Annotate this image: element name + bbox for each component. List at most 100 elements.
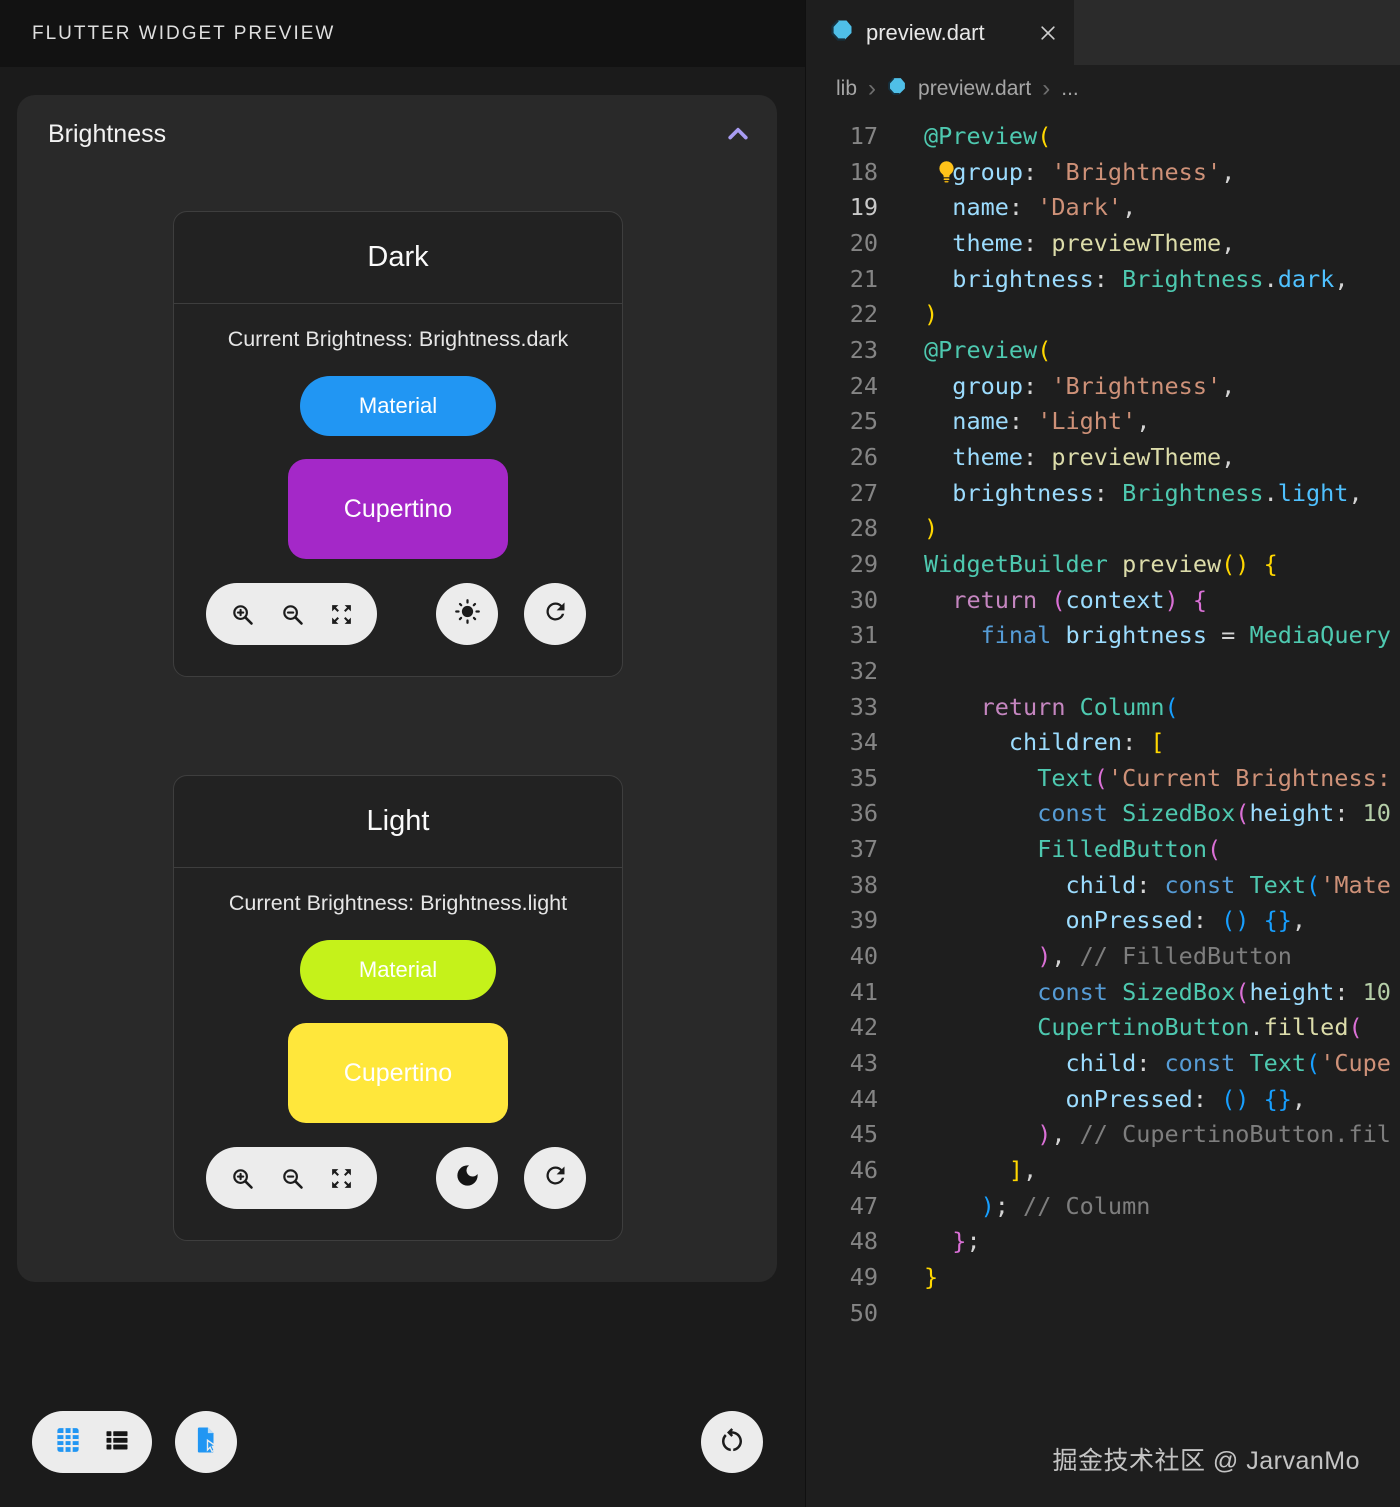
- code-line[interactable]: 21 brightness: Brightness.dark,: [806, 262, 1400, 298]
- group-title: Brightness: [48, 120, 166, 149]
- cupertino-button[interactable]: Cupertino: [288, 459, 508, 559]
- zoom-out-icon[interactable]: [279, 601, 306, 628]
- zoom-controls: [206, 1147, 377, 1209]
- code-line[interactable]: 17@Preview(: [806, 119, 1400, 155]
- close-tab-icon[interactable]: [1038, 23, 1058, 43]
- code-line[interactable]: 37 FilledButton(: [806, 832, 1400, 868]
- line-number: 17: [806, 119, 878, 155]
- fullscreen-icon[interactable]: [329, 1166, 354, 1191]
- code-line[interactable]: 41 const SizedBox(height: 10: [806, 975, 1400, 1011]
- code-line[interactable]: 30 return (context) {: [806, 583, 1400, 619]
- code-line[interactable]: 18 group: 'Brightness',: [806, 155, 1400, 191]
- collapse-chevron-icon[interactable]: [721, 117, 755, 151]
- breadcrumb-lib[interactable]: lib: [836, 77, 857, 101]
- theme-toggle-button[interactable]: [436, 1147, 498, 1209]
- code-line[interactable]: 26 theme: previewTheme,: [806, 440, 1400, 476]
- preview-toolbar: [174, 1147, 622, 1209]
- code-line[interactable]: 44 onPressed: () {},: [806, 1082, 1400, 1118]
- breadcrumb-separator: ›: [1042, 77, 1050, 101]
- code-line[interactable]: 43 child: const Text('Cupe: [806, 1046, 1400, 1082]
- restart-button[interactable]: [701, 1411, 763, 1473]
- code-line[interactable]: 28): [806, 511, 1400, 547]
- dart-file-icon: [887, 76, 907, 102]
- code-line[interactable]: 39 onPressed: () {},: [806, 903, 1400, 939]
- code-text: theme: previewTheme,: [924, 440, 1235, 476]
- grid-view-button[interactable]: [53, 1425, 83, 1460]
- zoom-out-icon[interactable]: [279, 1165, 306, 1192]
- breadcrumb: lib › preview.dart › ...: [806, 65, 1400, 112]
- tab-preview-dart[interactable]: preview.dart: [806, 0, 1074, 65]
- line-number: 35: [806, 761, 878, 797]
- code-line[interactable]: 42 CupertinoButton.filled(: [806, 1010, 1400, 1046]
- tab-bar: preview.dart: [806, 0, 1400, 65]
- code-line[interactable]: 22): [806, 297, 1400, 333]
- code-text: brightness: Brightness.dark,: [924, 262, 1348, 298]
- preview-card-light: Light Current Brightness: Brightness.lig…: [173, 775, 623, 1241]
- code-line[interactable]: 48 };: [806, 1224, 1400, 1260]
- refresh-preview-button[interactable]: [524, 583, 586, 645]
- code-text: ), // CupertinoButton.fil: [924, 1117, 1391, 1153]
- line-number: 22: [806, 297, 878, 333]
- grid-icon: [53, 1425, 83, 1460]
- code-text: name: 'Light',: [924, 404, 1150, 440]
- code-line[interactable]: 27 brightness: Brightness.light,: [806, 476, 1400, 512]
- code-line[interactable]: 47 ); // Column: [806, 1189, 1400, 1225]
- theme-toggle-button[interactable]: [436, 583, 498, 645]
- line-number: 41: [806, 975, 878, 1011]
- fullscreen-icon[interactable]: [329, 602, 354, 627]
- list-view-button[interactable]: [103, 1426, 131, 1459]
- breadcrumb-symbol[interactable]: ...: [1061, 77, 1079, 101]
- zoom-in-icon[interactable]: [229, 601, 256, 628]
- code-text: children: [: [924, 725, 1165, 761]
- breadcrumb-file[interactable]: preview.dart: [918, 77, 1031, 101]
- code-line[interactable]: 35 Text('Current Brightness:: [806, 761, 1400, 797]
- code-line[interactable]: 20 theme: previewTheme,: [806, 226, 1400, 262]
- material-button[interactable]: Material: [300, 376, 496, 436]
- code-line[interactable]: 38 child: const Text('Mate: [806, 868, 1400, 904]
- open-file-button[interactable]: [175, 1411, 237, 1473]
- code-text: const SizedBox(height: 10: [924, 796, 1391, 832]
- code-text: return (context) {: [924, 583, 1207, 619]
- code-line[interactable]: 45 ), // CupertinoButton.fil: [806, 1117, 1400, 1153]
- refresh-preview-button[interactable]: [524, 1147, 586, 1209]
- code-line[interactable]: 36 const SizedBox(height: 10: [806, 796, 1400, 832]
- code-line[interactable]: 31 final brightness = MediaQuery: [806, 618, 1400, 654]
- code-text: final brightness = MediaQuery: [924, 618, 1391, 654]
- code-line[interactable]: 29WidgetBuilder preview() {: [806, 547, 1400, 583]
- code-line[interactable]: 34 children: [: [806, 725, 1400, 761]
- code-line[interactable]: 25 name: 'Light',: [806, 404, 1400, 440]
- code-text: theme: previewTheme,: [924, 226, 1235, 262]
- code-line[interactable]: 19 name: 'Dark',: [806, 190, 1400, 226]
- view-mode-toggle: [32, 1411, 152, 1473]
- code-line[interactable]: 32: [806, 654, 1400, 690]
- file-select-icon: [191, 1425, 221, 1460]
- dart-file-icon: [830, 18, 854, 47]
- line-number: 39: [806, 903, 878, 939]
- quick-fix-lightbulb-icon[interactable]: [934, 159, 959, 195]
- line-number: 21: [806, 262, 878, 298]
- brightness-group-card: Brightness Dark Current Brightness: Brig…: [17, 95, 777, 1282]
- code-line[interactable]: 50: [806, 1296, 1400, 1332]
- line-number: 24: [806, 369, 878, 405]
- code-line[interactable]: 49}: [806, 1260, 1400, 1296]
- code-area[interactable]: 17@Preview(18 group: 'Brightness',19 nam…: [806, 112, 1400, 1331]
- code-text: group: 'Brightness',: [924, 369, 1235, 405]
- code-line[interactable]: 46 ],: [806, 1153, 1400, 1189]
- line-number: 25: [806, 404, 878, 440]
- line-number: 20: [806, 226, 878, 262]
- code-text: ): [924, 511, 938, 547]
- code-line[interactable]: 33 return Column(: [806, 690, 1400, 726]
- code-line[interactable]: 24 group: 'Brightness',: [806, 369, 1400, 405]
- zoom-in-icon[interactable]: [229, 1165, 256, 1192]
- line-number: 26: [806, 440, 878, 476]
- material-button[interactable]: Material: [300, 940, 496, 1000]
- preview-card-dark: Dark Current Brightness: Brightness.dark…: [173, 211, 623, 677]
- code-text: name: 'Dark',: [924, 190, 1136, 226]
- cupertino-button[interactable]: Cupertino: [288, 1023, 508, 1123]
- code-text: @Preview(: [924, 333, 1051, 369]
- code-line[interactable]: 23@Preview(: [806, 333, 1400, 369]
- code-editor: preview.dart lib › preview.dart › ... 17…: [805, 0, 1400, 1507]
- list-icon: [103, 1426, 131, 1459]
- preview-toolbar: [174, 583, 622, 645]
- code-line[interactable]: 40 ), // FilledButton: [806, 939, 1400, 975]
